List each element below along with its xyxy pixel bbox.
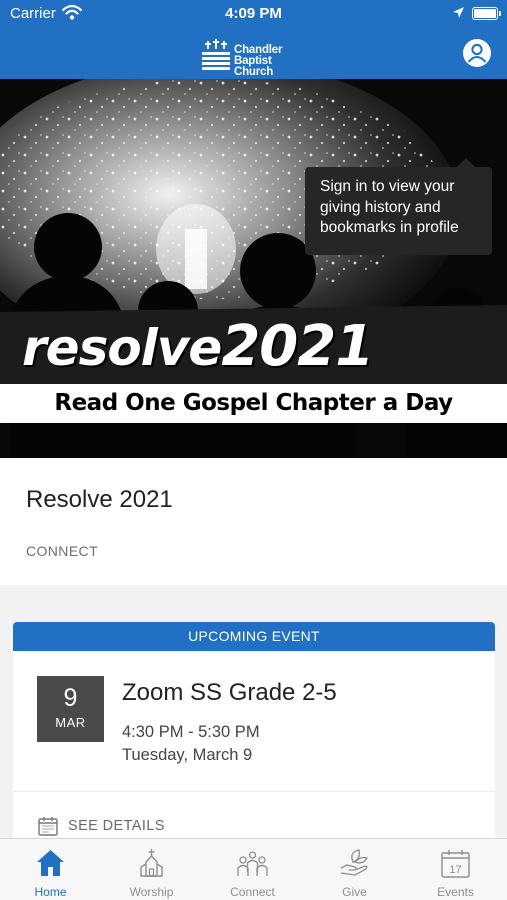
event-date: Tuesday, March 9 [122, 746, 253, 764]
feature-category: CONNECT [26, 543, 99, 559]
people-icon [237, 851, 268, 876]
upcoming-event-card[interactable]: UPCOMING EVENT 9 MAR Zoom SS Grade 2-5 4… [13, 622, 495, 852]
tab-events-label: Events [437, 885, 474, 899]
hand-leaf-icon [340, 849, 368, 876]
hero-headline: resolve2021 [22, 311, 507, 383]
see-details-label: SEE DETAILS [68, 818, 165, 834]
hero-headline-year: 2021 [221, 314, 374, 379]
calendar-icon [38, 817, 58, 836]
profile-button[interactable] [462, 38, 492, 68]
church-logo[interactable]: Chandler Baptist Church [200, 38, 312, 78]
tab-connect-label: Connect [230, 885, 275, 899]
hero-headline-word: resolve [22, 319, 222, 377]
calendar-icon: 17 [441, 850, 470, 878]
location-arrow-icon [453, 7, 464, 18]
status-time: 4:09 PM [225, 5, 282, 22]
tab-connect[interactable]: Connect [202, 839, 303, 900]
home-icon [37, 850, 64, 876]
header-bar: Chandler Baptist Church [0, 30, 507, 79]
church-logo-icon [202, 39, 230, 70]
hero-banner[interactable]: resolve2021 Read One Gospel Chapter a Da… [0, 79, 507, 458]
feature-title: Resolve 2021 [26, 486, 173, 513]
status-bar: Carrier 4:09 PM [0, 0, 507, 30]
tab-worship-label: Worship [129, 885, 174, 899]
battery-tip [499, 11, 501, 16]
calendar-icon-number: 17 [449, 864, 461, 876]
tab-worship[interactable]: Worship [101, 839, 202, 900]
divider [13, 791, 495, 792]
tab-home-label: Home [34, 885, 67, 899]
tab-give[interactable]: Give [304, 839, 405, 900]
event-day: 9 [63, 684, 78, 712]
tab-home[interactable]: Home [0, 839, 101, 900]
tab-events[interactable]: 17 Events [405, 839, 506, 900]
feature-card[interactable]: Resolve 2021 CONNECT [0, 458, 507, 585]
event-title: Zoom SS Grade 2-5 [122, 679, 337, 706]
church-icon [140, 849, 163, 877]
event-card-header: UPCOMING EVENT [13, 622, 495, 651]
sign-in-tooltip[interactable]: Sign in to view your giving history and … [305, 158, 492, 255]
church-name-line2: Baptist Church [234, 55, 274, 78]
event-time: 4:30 PM - 5:30 PM [122, 723, 260, 741]
battery-icon [472, 7, 498, 20]
tab-give-label: Give [342, 885, 367, 899]
event-date-badge: 9 MAR [37, 676, 104, 742]
church-name: Chandler Baptist Church [234, 44, 312, 78]
event-month: MAR [55, 715, 86, 730]
hero-subtitle: Read One Gospel Chapter a Day [54, 390, 453, 416]
tab-bar: Home Worship Connect Give 17 Events [0, 838, 507, 900]
